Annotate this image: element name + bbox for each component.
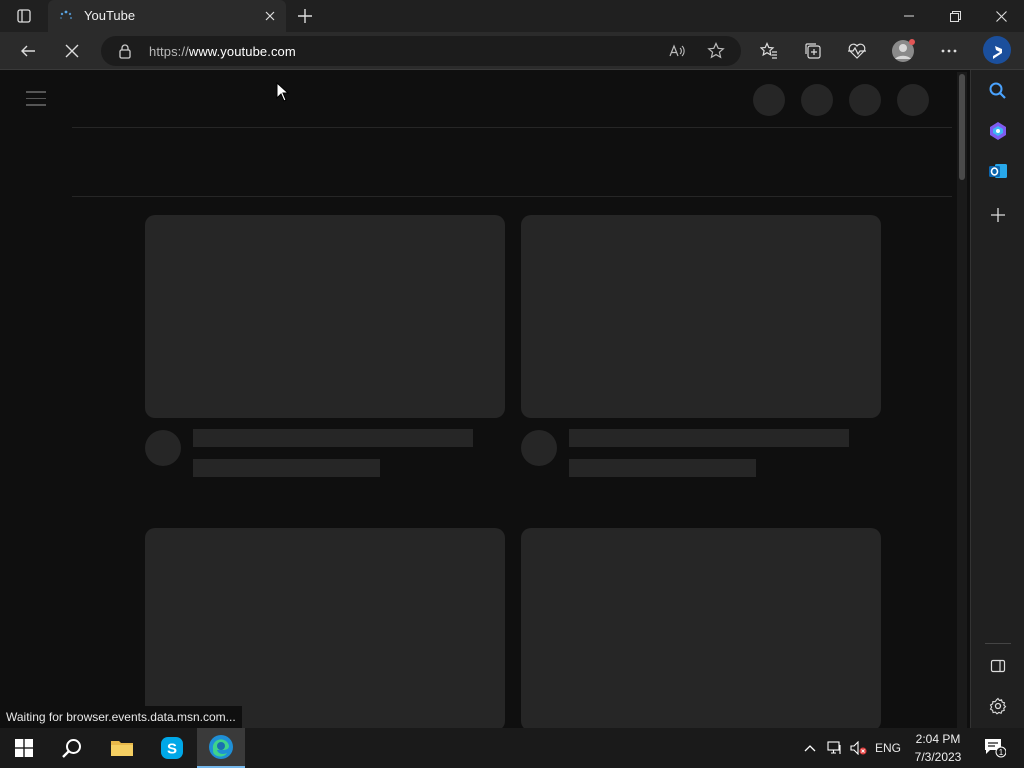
- close-window-button[interactable]: [978, 0, 1024, 32]
- minimize-button[interactable]: [886, 0, 932, 32]
- meta-placeholder: [193, 459, 380, 477]
- favorites-icon: [760, 42, 777, 59]
- minimize-icon: [904, 15, 914, 17]
- folder-icon: [111, 741, 133, 756]
- tab-title: YouTube: [84, 8, 136, 23]
- taskbar-search-button[interactable]: [48, 728, 96, 768]
- performance-button[interactable]: [842, 36, 872, 66]
- notification-count: 1: [999, 748, 1004, 757]
- title-placeholder: [569, 429, 849, 447]
- file-explorer-button[interactable]: [98, 728, 146, 768]
- chevron-up-icon: [804, 745, 816, 752]
- skype-icon: S: [161, 737, 183, 759]
- meta-placeholder: [569, 459, 756, 477]
- chips-divider: [72, 196, 952, 197]
- restore-icon: [949, 10, 961, 22]
- browser-toolbar: https://www.youtube.com: [0, 32, 1024, 70]
- notification-icon: 1: [985, 739, 1006, 758]
- tab-youtube[interactable]: YouTube: [48, 0, 286, 32]
- channel-avatar-placeholder: [521, 430, 557, 466]
- more-options-button[interactable]: [934, 36, 964, 66]
- lock-icon[interactable]: [117, 43, 133, 59]
- profile-button[interactable]: [888, 36, 918, 66]
- video-thumbnail-placeholder: [145, 215, 505, 418]
- edge-icon: [209, 735, 233, 759]
- header-placeholder-2: [801, 84, 833, 116]
- star-icon[interactable]: [707, 42, 725, 60]
- back-button[interactable]: [13, 36, 43, 66]
- bing-copilot-icon: [983, 36, 1011, 64]
- header-placeholder-3: [849, 84, 881, 116]
- status-bar-text: Waiting for browser.events.data.msn.com.…: [0, 706, 242, 728]
- start-button[interactable]: [0, 728, 48, 768]
- clock-date: 7/3/2023: [914, 750, 962, 764]
- mouse-pointer-icon: [276, 81, 290, 102]
- url-prefix: https://: [149, 44, 189, 59]
- search-icon: [62, 739, 81, 758]
- input-language[interactable]: ENG: [872, 728, 904, 768]
- collections-button[interactable]: [798, 36, 828, 66]
- restore-button[interactable]: [932, 0, 978, 32]
- edge-taskbar-button[interactable]: [197, 728, 245, 768]
- search-icon[interactable]: [985, 78, 1011, 104]
- plus-icon: [298, 9, 312, 23]
- profile-avatar-icon: [892, 39, 915, 62]
- page-content: [0, 71, 958, 728]
- stop-loading-icon: [65, 44, 79, 58]
- video-thumbnail-placeholder: [521, 528, 881, 728]
- channel-avatar-placeholder: [145, 430, 181, 466]
- network-icon[interactable]: [825, 728, 845, 768]
- clock-time: 2:04 PM: [915, 732, 961, 746]
- show-hidden-icons-button[interactable]: [800, 728, 820, 768]
- tab-actions-icon[interactable]: [8, 6, 40, 26]
- title-placeholder: [193, 429, 473, 447]
- address-bar[interactable]: https://www.youtube.com: [101, 36, 741, 66]
- scrollbar-thumb[interactable]: [959, 74, 965, 180]
- plus-icon[interactable]: [985, 202, 1011, 228]
- taskbar-clock[interactable]: 2:04 PM 7/3/2023: [904, 730, 972, 766]
- close-icon[interactable]: [262, 8, 278, 24]
- stop-loading-button[interactable]: [57, 36, 87, 66]
- header-placeholder-1: [753, 84, 785, 116]
- skype-button[interactable]: S: [148, 728, 196, 768]
- heart-pulse-icon: [848, 43, 866, 59]
- volume-muted-icon[interactable]: [848, 728, 870, 768]
- svg-text:S: S: [167, 741, 177, 758]
- bing-copilot-button[interactable]: [980, 33, 1014, 67]
- read-aloud-icon[interactable]: [668, 42, 686, 60]
- action-center-button[interactable]: 1: [980, 728, 1010, 768]
- url-text[interactable]: https://www.youtube.com: [149, 44, 296, 59]
- more-options-icon: [941, 49, 957, 53]
- header-divider: [72, 127, 952, 128]
- collections-icon: [805, 43, 821, 59]
- menu-icon[interactable]: [26, 91, 46, 107]
- edge-sidebar: [970, 70, 1024, 728]
- url-host: www.youtube.com: [188, 44, 296, 59]
- loading-spinner-icon: [58, 9, 74, 25]
- header-placeholder-4: [897, 84, 929, 116]
- outlook-icon[interactable]: [985, 158, 1011, 184]
- sidebar-divider: [985, 643, 1011, 644]
- windows-logo-icon: [15, 739, 33, 757]
- tab-strip: YouTube: [0, 0, 1024, 32]
- video-thumbnail-placeholder: [521, 215, 881, 418]
- gear-icon[interactable]: [985, 693, 1011, 719]
- edge-shopping-icon[interactable]: [985, 118, 1011, 144]
- video-thumbnail-placeholder: [145, 528, 505, 728]
- page-scrollbar[interactable]: [957, 72, 967, 728]
- favorites-button[interactable]: [754, 36, 784, 66]
- close-icon: [995, 10, 1007, 22]
- sidebar-toggle-icon[interactable]: [985, 653, 1011, 679]
- windows-taskbar: S ENG 2:04 PM 7/3/2023 1: [0, 728, 1024, 768]
- new-tab-button[interactable]: [294, 6, 316, 26]
- back-arrow-icon: [21, 45, 35, 57]
